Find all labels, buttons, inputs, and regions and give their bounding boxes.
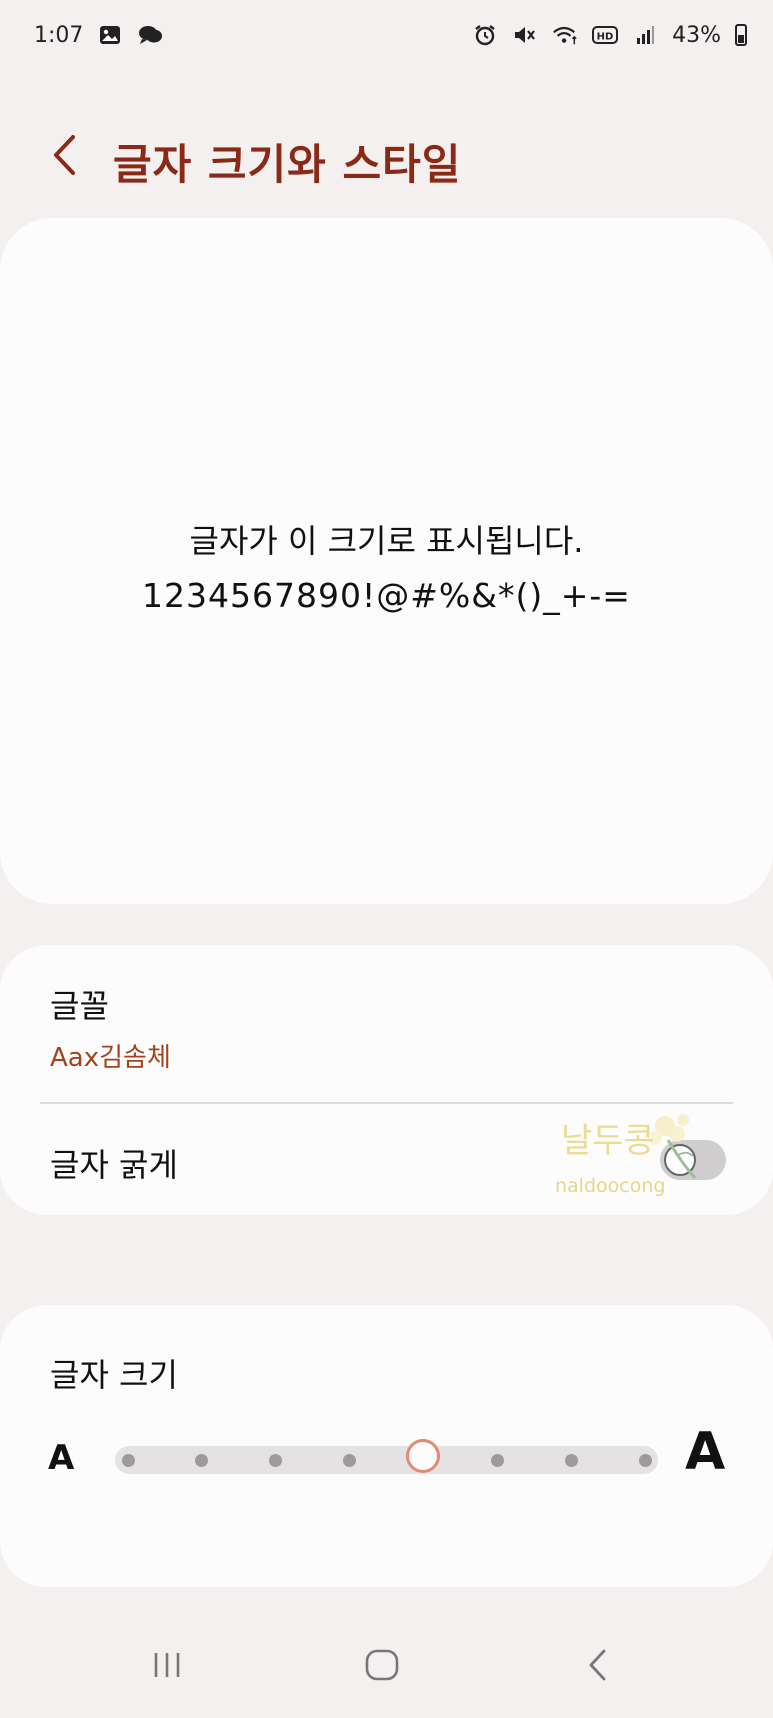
bold-label: 글자 굵게 bbox=[50, 1146, 178, 1184]
slider-step-dot[interactable] bbox=[121, 1454, 135, 1467]
home-icon bbox=[365, 1649, 399, 1681]
slider-step-dot[interactable] bbox=[564, 1454, 578, 1467]
size-small-indicator: A bbox=[48, 1438, 75, 1478]
slider-step-dot[interactable] bbox=[343, 1454, 357, 1467]
hd-icon: HD bbox=[592, 22, 619, 48]
status-bar: 1:07 HD 43% bbox=[0, 0, 773, 72]
svg-text:HD: HD bbox=[597, 32, 614, 43]
recent-apps-icon bbox=[154, 1653, 180, 1677]
chevron-left-icon bbox=[54, 135, 75, 175]
battery-icon bbox=[735, 24, 747, 46]
back-button[interactable] bbox=[42, 129, 86, 181]
slider-step-dot[interactable] bbox=[269, 1454, 283, 1467]
font-row[interactable]: 글꼴 Aax김솜체 bbox=[0, 945, 773, 1101]
slider-step-dot[interactable] bbox=[490, 1454, 504, 1467]
alarm-icon bbox=[472, 22, 498, 48]
status-time: 1:07 bbox=[34, 22, 84, 48]
gallery-icon bbox=[97, 22, 123, 48]
back-icon bbox=[589, 1649, 606, 1681]
mute-icon bbox=[512, 22, 538, 48]
bold-toggle[interactable] bbox=[660, 1140, 726, 1180]
app-header: 글자 크기와 스타일 bbox=[0, 115, 773, 195]
status-left: 1:07 bbox=[34, 22, 163, 48]
bold-row[interactable]: 글자 굵게 bbox=[0, 1104, 773, 1214]
chat-icon bbox=[137, 22, 163, 48]
preview-sample-characters: 1234567890!@#%&*()_+-= bbox=[142, 576, 631, 615]
wifi-icon bbox=[552, 22, 578, 48]
home-button[interactable] bbox=[352, 1640, 412, 1690]
size-large-indicator: A bbox=[685, 1422, 726, 1482]
preview-sample-text: 글자가 이 크기로 표시됩니다. bbox=[189, 522, 584, 560]
toggle-knob bbox=[664, 1144, 696, 1176]
slider-thumb[interactable] bbox=[406, 1439, 441, 1473]
signal-icon bbox=[632, 22, 658, 48]
slider-step-dot[interactable] bbox=[195, 1454, 209, 1467]
page-title: 글자 크기와 스타일 bbox=[113, 140, 462, 189]
battery-percent: 43% bbox=[672, 22, 721, 48]
slider-step-dot[interactable] bbox=[638, 1454, 652, 1467]
font-value: Aax김솜체 bbox=[50, 1043, 171, 1073]
navigation-bar bbox=[0, 1620, 773, 1718]
nav-back-button[interactable] bbox=[568, 1640, 628, 1690]
text-size-label: 글자 크기 bbox=[50, 1356, 178, 1394]
font-label: 글꼴 bbox=[50, 987, 109, 1025]
text-size-slider[interactable] bbox=[115, 1439, 658, 1474]
status-right: HD 43% bbox=[472, 22, 747, 48]
recent-apps-button[interactable] bbox=[137, 1640, 197, 1690]
